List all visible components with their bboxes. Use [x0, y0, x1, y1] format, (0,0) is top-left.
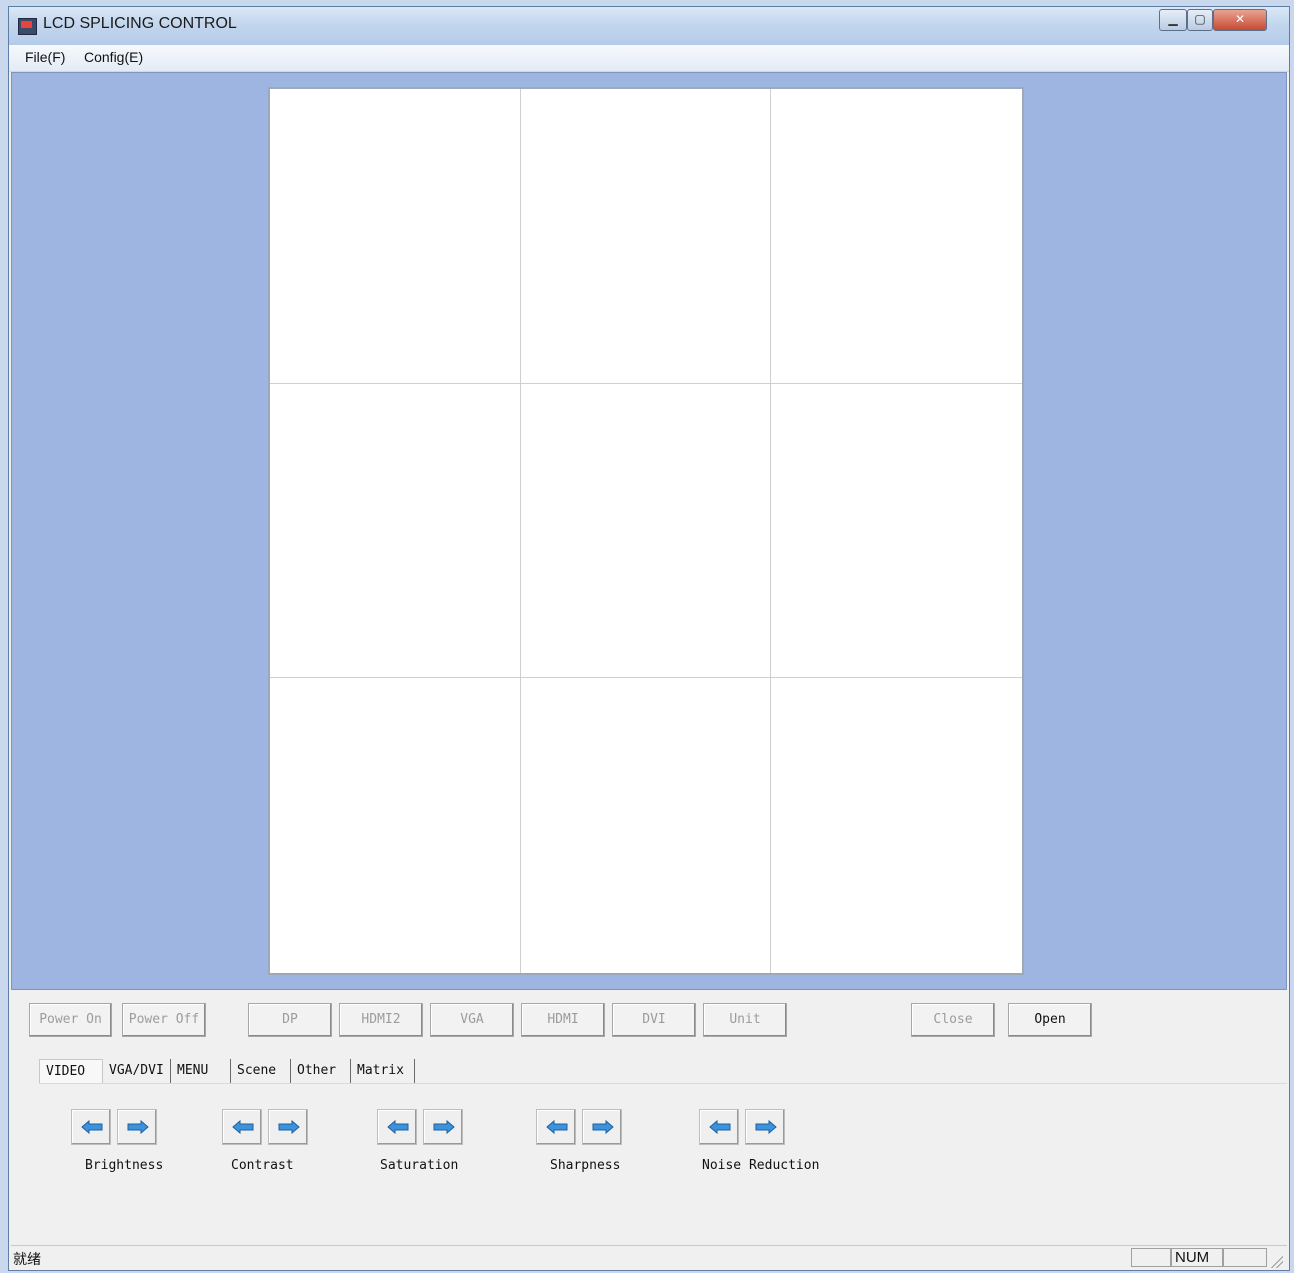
- screen-wall-grid[interactable]: [268, 87, 1024, 975]
- dvi-button[interactable]: DVI: [612, 1003, 696, 1037]
- main-window: LCD SPLICING CONTROL ▁ ▢ ✕ File(F) Confi…: [8, 6, 1290, 1271]
- arrow-left-icon: [232, 1120, 254, 1134]
- arrow-left-icon: [81, 1120, 103, 1134]
- brightness-label: Brightness: [85, 1158, 164, 1173]
- dp-button[interactable]: DP: [248, 1003, 332, 1037]
- window-title: LCD SPLICING CONTROL: [43, 15, 237, 32]
- tab-scene[interactable]: Scene: [231, 1059, 291, 1083]
- tab-vga-dvi[interactable]: VGA/DVI: [103, 1059, 171, 1083]
- title-bar[interactable]: LCD SPLICING CONTROL ▁ ▢ ✕: [9, 7, 1289, 46]
- saturation-decrease-button[interactable]: [377, 1109, 417, 1145]
- open-button[interactable]: Open: [1008, 1003, 1092, 1037]
- saturation-increase-button[interactable]: [423, 1109, 463, 1145]
- screen-cell[interactable]: [771, 384, 1022, 679]
- minimize-button[interactable]: ▁: [1159, 9, 1187, 31]
- status-pane-num: NUM: [1171, 1248, 1223, 1267]
- brightness-decrease-button[interactable]: [71, 1109, 111, 1145]
- screen-cell[interactable]: [771, 678, 1022, 973]
- resize-grip-icon[interactable]: [1271, 1256, 1283, 1268]
- tab-video[interactable]: VIDEO: [39, 1059, 103, 1083]
- close-window-button[interactable]: ✕: [1213, 9, 1267, 31]
- arrow-right-icon: [127, 1120, 149, 1134]
- screen-cell[interactable]: [270, 678, 521, 973]
- screen-cell[interactable]: [521, 678, 772, 973]
- vga-button[interactable]: VGA: [430, 1003, 514, 1037]
- arrow-left-icon: [546, 1120, 568, 1134]
- noise-reduction-decrease-button[interactable]: [699, 1109, 739, 1145]
- status-pane-caps: [1131, 1248, 1171, 1267]
- status-bar: 就绪 NUM: [11, 1245, 1287, 1270]
- arrow-right-icon: [592, 1120, 614, 1134]
- arrow-left-icon: [387, 1120, 409, 1134]
- screen-cell[interactable]: [270, 383, 521, 679]
- noise-reduction-label: Noise Reduction: [702, 1158, 820, 1173]
- screen-cell[interactable]: [270, 89, 521, 384]
- unit-button[interactable]: Unit: [703, 1003, 787, 1037]
- close-button[interactable]: Close: [911, 1003, 995, 1037]
- sharpness-decrease-button[interactable]: [536, 1109, 576, 1145]
- menu-bar: File(F) Config(E): [9, 45, 1289, 72]
- hdmi2-button[interactable]: HDMI2: [339, 1003, 423, 1037]
- hdmi-button[interactable]: HDMI: [521, 1003, 605, 1037]
- maximize-button[interactable]: ▢: [1187, 9, 1213, 31]
- menu-config[interactable]: Config(E): [84, 49, 143, 65]
- power-on-button[interactable]: Power On: [29, 1003, 112, 1037]
- status-text: 就绪: [13, 1252, 41, 1268]
- app-icon: [18, 18, 37, 35]
- screen-cell[interactable]: [520, 383, 772, 679]
- arrow-right-icon: [755, 1120, 777, 1134]
- status-pane-scroll: [1223, 1248, 1267, 1267]
- screen-cell[interactable]: [520, 89, 772, 384]
- arrow-right-icon: [433, 1120, 455, 1134]
- contrast-increase-button[interactable]: [268, 1109, 308, 1145]
- tab-menu[interactable]: MENU: [171, 1059, 231, 1083]
- saturation-label: Saturation: [380, 1158, 459, 1173]
- arrow-right-icon: [278, 1120, 300, 1134]
- arrow-left-icon: [709, 1120, 731, 1134]
- tab-matrix[interactable]: Matrix: [351, 1059, 415, 1083]
- tab-divider: [39, 1083, 1287, 1084]
- screen-cell[interactable]: [771, 89, 1022, 384]
- splicing-workspace: [11, 72, 1287, 990]
- sharpness-label: Sharpness: [550, 1158, 621, 1173]
- noise-reduction-increase-button[interactable]: [745, 1109, 785, 1145]
- contrast-label: Contrast: [231, 1158, 294, 1173]
- power-off-button[interactable]: Power Off: [122, 1003, 206, 1037]
- brightness-increase-button[interactable]: [117, 1109, 157, 1145]
- menu-file[interactable]: File(F): [25, 49, 65, 65]
- tab-other[interactable]: Other: [291, 1059, 351, 1083]
- sharpness-increase-button[interactable]: [582, 1109, 622, 1145]
- contrast-decrease-button[interactable]: [222, 1109, 262, 1145]
